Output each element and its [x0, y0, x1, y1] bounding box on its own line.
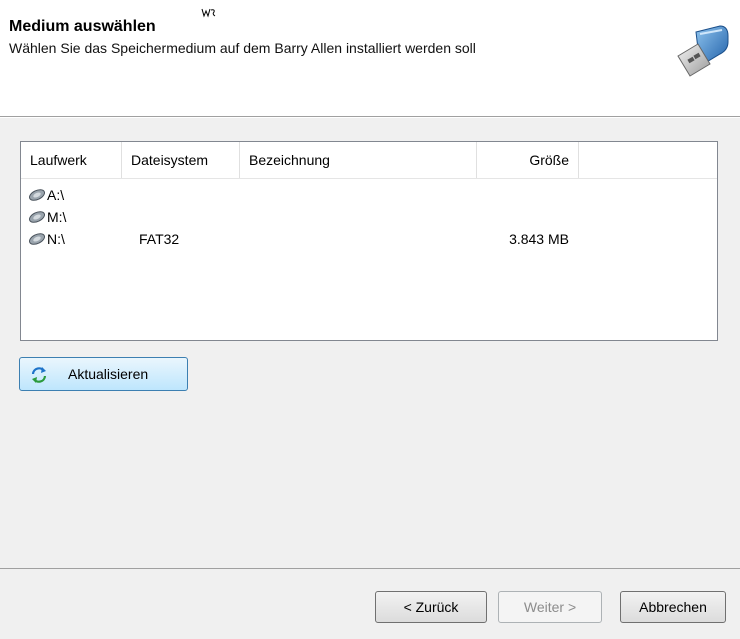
- drive-letter: M:\: [47, 209, 67, 225]
- column-header-size[interactable]: Größe: [477, 142, 579, 178]
- filesystem-cell: FAT32: [139, 231, 180, 247]
- column-header-label[interactable]: Bezeichnung: [240, 142, 477, 178]
- column-header-drive[interactable]: Laufwerk: [21, 142, 122, 178]
- refresh-button[interactable]: Aktualisieren: [19, 357, 188, 391]
- drive-icon: [29, 233, 45, 245]
- size-cell: 3.843 MB: [509, 231, 569, 247]
- usb-drive-icon: [677, 25, 729, 77]
- table-row[interactable]: A:\: [21, 184, 717, 206]
- table-row[interactable]: N:\ FAT32 3.843 MB: [21, 228, 717, 250]
- refresh-icon: [31, 367, 47, 383]
- drive-cell: N:\: [28, 228, 65, 250]
- cancel-button[interactable]: Abbrechen: [620, 591, 726, 623]
- wizard-header: Medium auswählen Wählen Sie das Speicher…: [0, 0, 740, 116]
- refresh-label: Aktualisieren: [68, 366, 149, 382]
- drive-letter: A:\: [47, 187, 65, 203]
- drive-letter: N:\: [47, 231, 65, 247]
- drive-icon: [29, 211, 45, 223]
- page-title: Medium auswählen: [9, 18, 156, 35]
- drive-cell: M:\: [28, 206, 66, 228]
- page-subtitle: Wählen Sie das Speichermedium auf dem Ba…: [9, 40, 476, 56]
- back-button[interactable]: < Zurück: [375, 591, 487, 623]
- wizard-footer: < Zurück Weiter > Abbrechen: [0, 569, 740, 639]
- wizard-content: Laufwerk Dateisystem Bezeichnung Größe A…: [0, 118, 740, 568]
- drive-list[interactable]: Laufwerk Dateisystem Bezeichnung Größe A…: [20, 141, 718, 341]
- cursor-mark-icon: [201, 8, 216, 18]
- table-row[interactable]: M:\: [21, 206, 717, 228]
- drive-cell: A:\: [28, 184, 64, 206]
- list-header: Laufwerk Dateisystem Bezeichnung Größe: [21, 142, 717, 179]
- drive-icon: [29, 189, 45, 201]
- next-button[interactable]: Weiter >: [498, 591, 602, 623]
- column-header-filesystem[interactable]: Dateisystem: [122, 142, 240, 178]
